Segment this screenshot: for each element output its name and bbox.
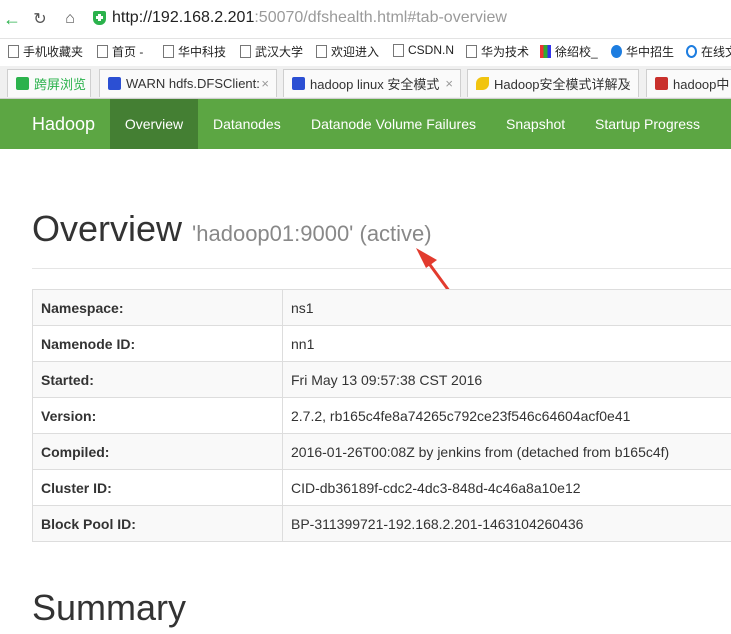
- row-value: BP-311399721-192.168.2.201-1463104260436: [282, 505, 731, 542]
- table-row: Block Pool ID: BP-311399721-192.168.2.201…: [32, 505, 731, 542]
- row-label: Started:: [32, 361, 283, 398]
- row-value: 2016-01-26T00:08Z by jenkins from (detac…: [282, 433, 731, 470]
- table-row: Cluster ID: CID-db36189f-cdc2-4dc3-848d-4…: [32, 469, 731, 506]
- table-row: Namespace: ns1: [32, 289, 731, 326]
- row-label: Namespace:: [32, 289, 283, 326]
- summary-heading: Summary: [32, 587, 187, 628]
- row-value: ns1: [282, 289, 731, 326]
- row-label: Version:: [32, 397, 283, 434]
- table-row: Started: Fri May 13 09:57:38 CST 2016: [32, 361, 731, 398]
- table-row: Namenode ID: nn1: [32, 325, 731, 362]
- arrow-head: [416, 248, 437, 268]
- row-value: 2.7.2, rb165c4fe8a74265c792ce23f546c6460…: [282, 397, 731, 434]
- overview-table: Namespace: ns1 Namenode ID: nn1 Started: Fr…: [32, 289, 731, 542]
- row-label: Cluster ID:: [32, 469, 283, 506]
- row-label: Namenode ID:: [32, 325, 283, 362]
- row-label: Compiled:: [32, 433, 283, 470]
- row-label: Block Pool ID:: [32, 505, 283, 542]
- row-value: CID-db36189f-cdc2-4dc3-848d-4c46a8a10e12: [282, 469, 731, 506]
- row-value: nn1: [282, 325, 731, 362]
- table-row: Compiled: 2016-01-26T00:08Z by jenkins fr…: [32, 433, 731, 470]
- table-row: Version: 2.7.2, rb165c4fe8a74265c792ce23f…: [32, 397, 731, 434]
- row-value: Fri May 13 09:57:38 CST 2016: [282, 361, 731, 398]
